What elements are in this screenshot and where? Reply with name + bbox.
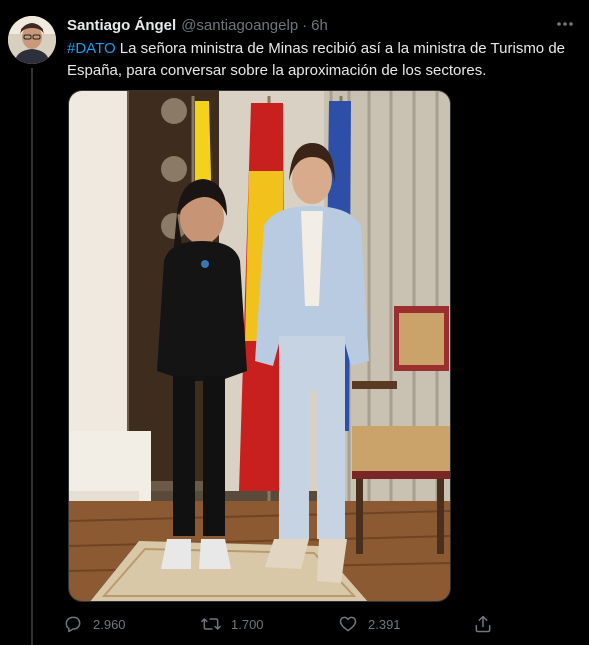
thread-line bbox=[31, 68, 33, 645]
tweet-header: Santiago Ángel @santiagoangelp · 6h bbox=[67, 15, 569, 35]
tweet-timestamp[interactable]: 6h bbox=[311, 17, 328, 34]
tweet-actions: 2.960 1.700 2.391 bbox=[62, 610, 502, 638]
retweet-button[interactable]: 1.700 bbox=[200, 610, 264, 638]
reply-button[interactable]: 2.960 bbox=[62, 610, 126, 638]
tweet-photo[interactable] bbox=[68, 90, 451, 602]
hashtag-link[interactable]: #DATO bbox=[67, 40, 116, 57]
avatar[interactable] bbox=[8, 16, 56, 64]
tweet-text: #DATO La señora ministra de Minas recibi… bbox=[67, 38, 572, 82]
heart-icon bbox=[337, 613, 359, 635]
more-dots-icon bbox=[557, 22, 573, 26]
like-button[interactable]: 2.391 bbox=[337, 610, 401, 638]
tweet-body: La señora ministra de Minas recibió así … bbox=[67, 40, 566, 79]
share-button[interactable] bbox=[472, 610, 494, 638]
retweet-arrows-icon bbox=[200, 613, 222, 635]
share-upload-icon bbox=[472, 613, 494, 635]
reply-bubble-icon bbox=[62, 613, 84, 635]
reply-count: 2.960 bbox=[93, 616, 126, 632]
more-options-button[interactable] bbox=[551, 12, 579, 36]
author-display-name[interactable]: Santiago Ángel bbox=[67, 17, 176, 34]
retweet-count: 1.700 bbox=[231, 616, 264, 632]
like-count: 2.391 bbox=[368, 616, 401, 632]
header-separator: · bbox=[302, 16, 308, 34]
author-handle[interactable]: @santiagoangelp bbox=[181, 17, 298, 34]
avatar-image bbox=[8, 16, 56, 64]
photo-ministers-meeting bbox=[69, 91, 450, 601]
